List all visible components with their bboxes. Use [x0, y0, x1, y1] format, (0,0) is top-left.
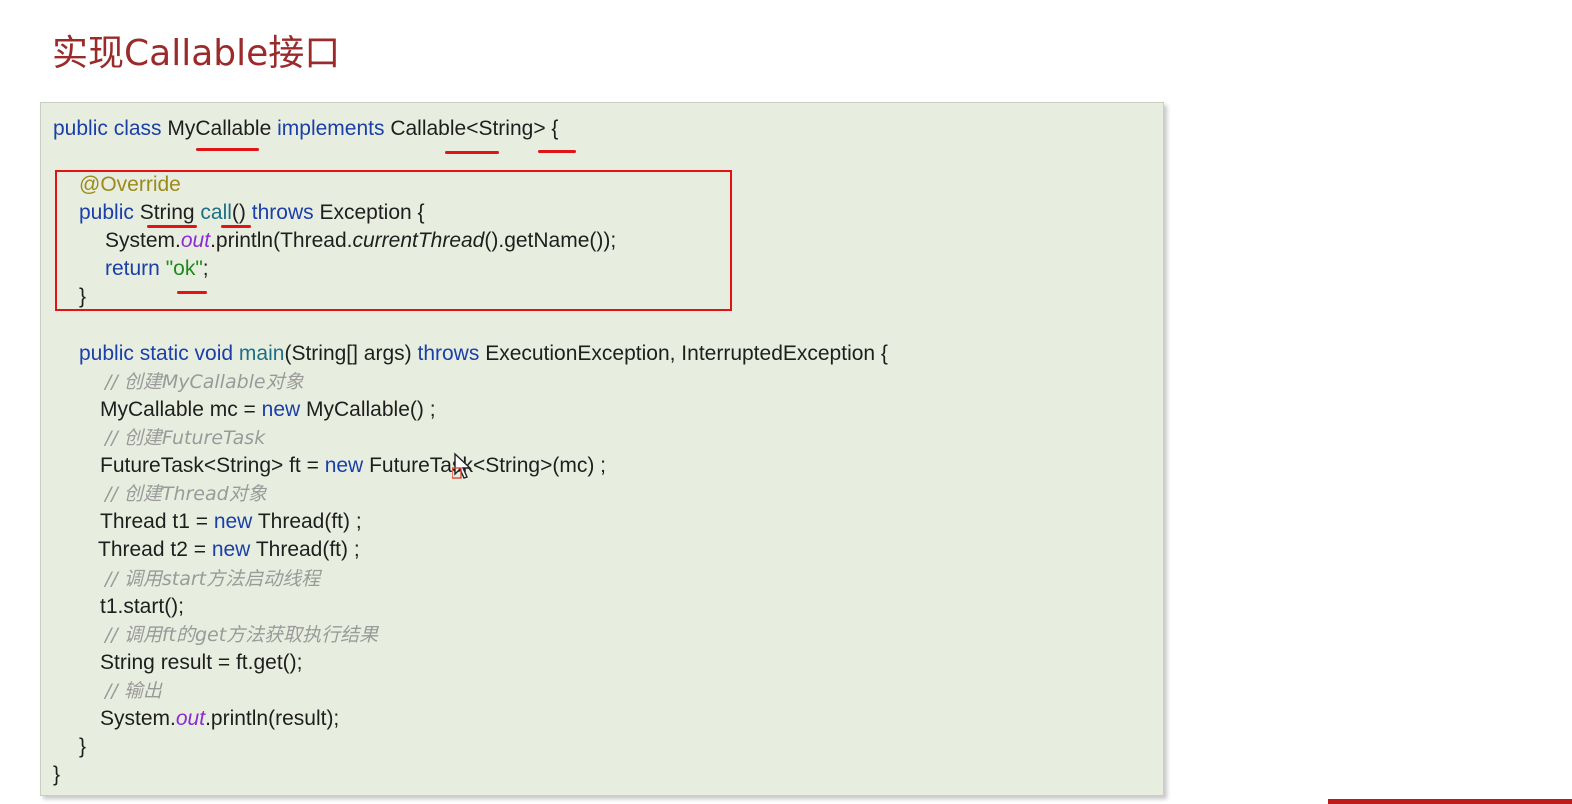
code-line-statement: FutureTask<String> ft = new FutureTask<S… — [100, 453, 606, 479]
code-comment: // 创建FutureTask — [105, 427, 266, 449]
code-line-brace: } — [53, 763, 61, 786]
code-text: Thread(ft) ; — [252, 510, 362, 533]
code-comment: // 调用start方法启动线程 — [105, 568, 321, 590]
underline-mark — [177, 291, 207, 294]
keyword: new — [324, 454, 364, 477]
underline-mark — [538, 150, 576, 153]
code-line-statement: String result = ft.get(); — [100, 651, 303, 674]
keyword: throws — [417, 342, 480, 365]
code-comment: // 输出 — [105, 680, 162, 702]
code-text: Thread t1 = — [100, 510, 214, 533]
underline-mark — [221, 225, 251, 228]
code-text: MyCallable mc = — [100, 398, 262, 421]
code-line-statement: Thread t1 = new Thread(ft) ; — [100, 509, 362, 535]
mouse-cursor-icon — [452, 452, 472, 479]
code-text: FutureTask<String>(mc) ; — [363, 454, 606, 477]
keyword: implements — [271, 117, 391, 140]
code-text: System. — [100, 707, 176, 730]
code-line-statement: Thread t2 = new Thread(ft) ; — [98, 537, 360, 563]
underline-mark — [445, 151, 499, 154]
code-line-brace: } — [79, 735, 87, 758]
corner-accent-bar — [1328, 799, 1572, 804]
keyword: new — [211, 538, 251, 561]
code-line-println: System.out.println(result); — [100, 706, 339, 732]
code-comment: // 调用ft的get方法获取执行结果 — [105, 624, 379, 646]
highlight-box-call-method — [55, 170, 732, 311]
code-text: (String[] args) — [284, 342, 418, 365]
underline-mark — [196, 148, 259, 151]
generic-type: <String> — [466, 117, 546, 140]
slide-title: 实现Callable接口 — [52, 33, 341, 74]
keyword: public static void — [79, 342, 239, 365]
class-name: MyCallable — [167, 117, 272, 140]
keyword: new — [213, 510, 253, 533]
interface-name: Callable — [390, 117, 467, 140]
code-line-statement: MyCallable mc = new MyCallable() ; — [100, 397, 436, 423]
code-line-main-signature: public static void main(String[] args) t… — [79, 341, 888, 367]
code-text: Thread t2 = — [98, 538, 212, 561]
keyword: new — [261, 398, 301, 421]
code-line-class-declaration: public class MyCallable implements Calla… — [53, 116, 558, 142]
method-name: main — [238, 342, 285, 365]
code-text: Thread(ft) ; — [250, 538, 360, 561]
code-line-statement: t1.start(); — [100, 595, 185, 618]
code-comment: // 创建Thread对象 — [105, 483, 267, 505]
underline-mark — [147, 225, 197, 228]
code-text: MyCallable() ; — [300, 398, 436, 421]
code-text: { — [545, 117, 559, 140]
code-text: .println(result); — [205, 707, 340, 730]
static-field: out — [175, 707, 206, 730]
code-text: FutureTask<String> ft = — [100, 454, 325, 477]
keyword: public class — [53, 117, 168, 140]
code-comment: // 创建MyCallable对象 — [105, 371, 304, 393]
code-text: ExecutionException, InterruptedException… — [479, 342, 888, 365]
